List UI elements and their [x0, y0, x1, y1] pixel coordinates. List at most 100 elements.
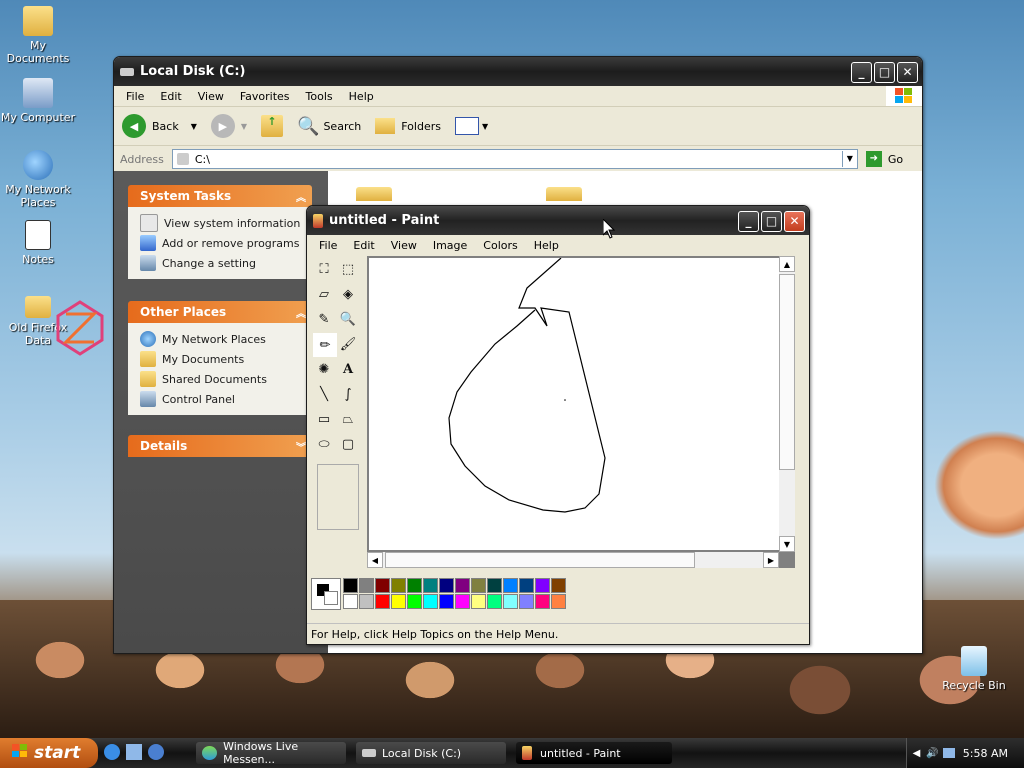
- scroll-left-button[interactable]: ◀: [367, 552, 383, 568]
- folders-button[interactable]: Folders: [375, 118, 441, 134]
- color-swatch[interactable]: [487, 594, 502, 609]
- color-swatch[interactable]: [503, 578, 518, 593]
- menu-tools[interactable]: Tools: [298, 90, 341, 103]
- color-swatch[interactable]: [343, 578, 358, 593]
- menu-view[interactable]: View: [383, 239, 425, 252]
- paint-canvas[interactable]: [369, 257, 787, 550]
- current-colors-box[interactable]: [311, 578, 341, 610]
- desktop-icon-notes[interactable]: Notes: [0, 220, 76, 266]
- color-swatch[interactable]: [471, 594, 486, 609]
- color-swatch[interactable]: [519, 594, 534, 609]
- color-swatch[interactable]: [359, 594, 374, 609]
- task-view-system-information[interactable]: View system information: [140, 213, 312, 233]
- color-swatch[interactable]: [359, 578, 374, 593]
- minimize-button[interactable]: _: [738, 211, 759, 232]
- color-swatch[interactable]: [535, 594, 550, 609]
- menu-colors[interactable]: Colors: [475, 239, 525, 252]
- scroll-thumb[interactable]: [779, 274, 795, 470]
- menu-help[interactable]: Help: [526, 239, 567, 252]
- folder-icon[interactable]: [356, 187, 392, 201]
- maximize-button[interactable]: □: [761, 211, 782, 232]
- collapse-chevron-icon[interactable]: ︽: [296, 305, 306, 320]
- search-button[interactable]: 🔍 Search: [297, 116, 361, 137]
- color-swatch[interactable]: [551, 578, 566, 593]
- close-button[interactable]: ✕: [897, 62, 918, 83]
- desktop-icon-my-computer[interactable]: My Computer: [0, 78, 76, 124]
- task-add-remove-programs[interactable]: Add or remove programs: [140, 233, 312, 253]
- eraser-tool[interactable]: ▱: [313, 283, 335, 305]
- free-select-tool[interactable]: ⛶: [313, 258, 335, 280]
- details-header[interactable]: Details ︾: [128, 435, 312, 457]
- color-swatch[interactable]: [407, 578, 422, 593]
- color-swatch[interactable]: [375, 594, 390, 609]
- system-tasks-header[interactable]: System Tasks ︽: [128, 185, 312, 207]
- menu-image[interactable]: Image: [425, 239, 475, 252]
- internet-explorer-icon[interactable]: [104, 744, 120, 760]
- menu-edit[interactable]: Edit: [152, 90, 189, 103]
- color-swatch[interactable]: [439, 578, 454, 593]
- task-change-a-setting[interactable]: Change a setting: [140, 253, 312, 273]
- taskbar-windows-live-messenger[interactable]: Windows Live Messen...: [196, 740, 346, 766]
- expand-chevron-icon[interactable]: ︾: [296, 439, 306, 454]
- scroll-right-button[interactable]: ▶: [763, 552, 779, 568]
- color-swatch[interactable]: [519, 578, 534, 593]
- place-shared-documents[interactable]: Shared Documents: [140, 369, 312, 389]
- up-folder-button[interactable]: ↑: [261, 115, 284, 137]
- menu-file[interactable]: File: [311, 239, 345, 252]
- color-swatch[interactable]: [439, 594, 454, 609]
- rect-select-tool[interactable]: ⬚: [337, 258, 359, 280]
- taskbar-local-disk[interactable]: Local Disk (C:): [356, 742, 506, 764]
- desktop-icon-recycle-bin[interactable]: Recycle Bin: [936, 646, 1012, 692]
- close-button[interactable]: ✕: [784, 211, 805, 232]
- horizontal-scrollbar[interactable]: ◀ ▶: [367, 552, 779, 568]
- color-swatch[interactable]: [391, 594, 406, 609]
- paint-titlebar[interactable]: untitled - Paint _ □ ✕: [307, 206, 809, 235]
- explorer-titlebar[interactable]: Local Disk (C:) _ □ ✕: [114, 57, 922, 86]
- color-swatch[interactable]: [487, 578, 502, 593]
- scroll-down-button[interactable]: ▼: [779, 536, 795, 552]
- airbrush-tool[interactable]: ✺: [313, 358, 335, 380]
- place-my-documents[interactable]: My Documents: [140, 349, 312, 369]
- folder-icon[interactable]: [546, 187, 582, 201]
- desktop-icon-my-documents[interactable]: My Documents: [0, 6, 76, 65]
- speaker-icon[interactable]: 🔊: [926, 748, 938, 759]
- other-places-header[interactable]: Other Places ︽: [128, 301, 312, 323]
- pencil-tool[interactable]: ✏: [313, 333, 337, 357]
- menu-file[interactable]: File: [118, 90, 152, 103]
- brush-tool[interactable]: 🖌: [337, 333, 359, 355]
- maximize-button[interactable]: □: [874, 62, 895, 83]
- go-button[interactable]: ➜ Go: [865, 151, 903, 167]
- views-button[interactable]: ▼: [454, 117, 488, 135]
- back-button[interactable]: ◀ Back ▼: [122, 114, 197, 138]
- color-swatch[interactable]: [471, 578, 486, 593]
- network-icon[interactable]: [942, 748, 955, 758]
- start-button[interactable]: start: [0, 738, 98, 768]
- color-swatch[interactable]: [423, 594, 438, 609]
- rounded-rect-tool[interactable]: ▢: [337, 433, 359, 455]
- magnifier-tool[interactable]: 🔍: [337, 308, 359, 330]
- tool-options-box[interactable]: [317, 464, 359, 530]
- color-swatch[interactable]: [455, 578, 470, 593]
- scroll-up-button[interactable]: ▲: [779, 256, 795, 272]
- vertical-scrollbar[interactable]: ▲ ▼: [779, 256, 795, 552]
- media-player-icon[interactable]: [148, 744, 164, 760]
- forward-button[interactable]: ▶ ▼: [210, 114, 247, 138]
- color-swatch[interactable]: [407, 594, 422, 609]
- place-control-panel[interactable]: Control Panel: [140, 389, 312, 409]
- color-picker-tool[interactable]: ✎: [313, 308, 335, 330]
- menu-edit[interactable]: Edit: [345, 239, 382, 252]
- address-input[interactable]: C:\ ▼: [171, 149, 858, 169]
- menu-help[interactable]: Help: [341, 90, 382, 103]
- collapse-chevron-icon[interactable]: ︽: [296, 189, 306, 204]
- line-tool[interactable]: ╲: [313, 383, 335, 405]
- fill-bucket-tool[interactable]: ◈: [337, 283, 359, 305]
- color-swatch[interactable]: [391, 578, 406, 593]
- color-swatch[interactable]: [423, 578, 438, 593]
- background-color[interactable]: [324, 591, 338, 605]
- text-tool[interactable]: A: [337, 358, 359, 380]
- color-swatch[interactable]: [503, 594, 518, 609]
- clock[interactable]: 5:58 AM: [963, 747, 1008, 760]
- desktop-icon-my-network-places[interactable]: My Network Places: [0, 150, 76, 209]
- color-swatch[interactable]: [535, 578, 550, 593]
- curve-tool[interactable]: ∫: [337, 383, 359, 405]
